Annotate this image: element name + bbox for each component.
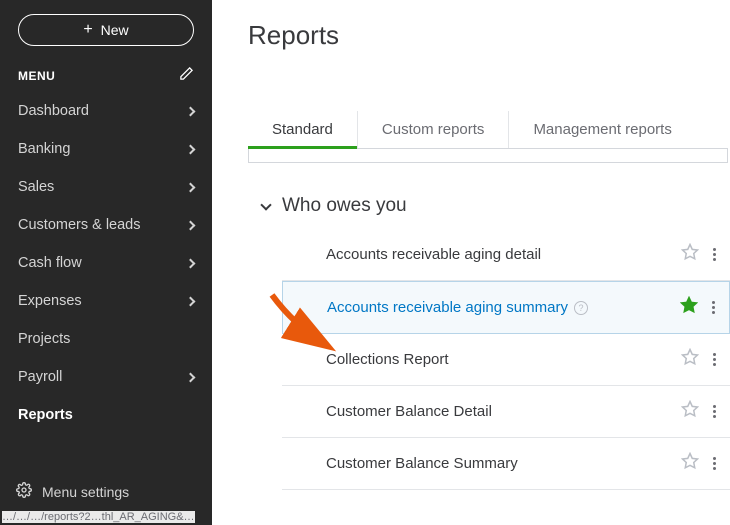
kebab-icon[interactable] bbox=[713, 405, 716, 418]
report-name-label: Customer Balance Summary bbox=[326, 455, 518, 472]
tab-management-reports[interactable]: Management reports bbox=[509, 111, 695, 148]
report-name-label: Accounts receivable aging summary bbox=[327, 299, 568, 316]
star-icon[interactable] bbox=[681, 348, 699, 371]
row-actions bbox=[681, 243, 716, 266]
sidebar-item-cash-flow[interactable]: Cash flow bbox=[0, 244, 212, 282]
kebab-icon[interactable] bbox=[713, 248, 716, 261]
report-name-label: Accounts receivable aging detail bbox=[326, 246, 541, 263]
sidebar-item-reports[interactable]: Reports bbox=[0, 396, 212, 434]
star-icon[interactable] bbox=[681, 452, 699, 475]
sidebar-item-label: Banking bbox=[18, 141, 70, 157]
chevron-right-icon bbox=[186, 372, 196, 382]
kebab-icon[interactable] bbox=[713, 457, 716, 470]
report-row[interactable]: Collections Report bbox=[282, 334, 730, 386]
sidebar-item-label: Sales bbox=[18, 179, 54, 195]
chevron-right-icon bbox=[186, 296, 196, 306]
sidebar-item-label: Projects bbox=[18, 331, 70, 347]
report-name-label: Customer Balance Detail bbox=[326, 403, 492, 420]
sidebar-item-label: Reports bbox=[18, 407, 73, 423]
sidebar-item-projects[interactable]: Projects bbox=[0, 320, 212, 358]
report-link[interactable]: Collections Report bbox=[326, 351, 449, 368]
gear-icon bbox=[16, 482, 32, 501]
report-row[interactable]: Accounts receivable aging detail bbox=[282, 229, 730, 281]
row-actions bbox=[681, 400, 716, 423]
help-icon[interactable]: ? bbox=[574, 301, 588, 315]
kebab-icon[interactable] bbox=[713, 353, 716, 366]
tabs: StandardCustom reportsManagement reports bbox=[248, 111, 728, 149]
pencil-icon[interactable] bbox=[179, 66, 194, 86]
sidebar-item-label: Cash flow bbox=[18, 255, 82, 271]
tab-custom-reports[interactable]: Custom reports bbox=[358, 111, 510, 148]
menu-settings-label: Menu settings bbox=[42, 484, 129, 500]
chevron-right-icon bbox=[186, 144, 196, 154]
menu-label: MENU bbox=[18, 69, 55, 83]
row-actions bbox=[681, 348, 716, 371]
chevron-right-icon bbox=[186, 106, 196, 116]
star-icon[interactable] bbox=[681, 400, 699, 423]
sidebar-item-label: Dashboard bbox=[18, 103, 89, 119]
report-link[interactable]: Accounts receivable aging detail bbox=[326, 246, 541, 263]
chevron-right-icon bbox=[186, 220, 196, 230]
chevron-right-icon bbox=[186, 258, 196, 268]
chevron-right-icon bbox=[186, 182, 196, 192]
star-icon[interactable] bbox=[680, 296, 698, 319]
chevron-down-icon bbox=[260, 199, 271, 210]
report-link[interactable]: Customer Balance Summary bbox=[326, 455, 518, 472]
report-list: Accounts receivable aging detail Accounts… bbox=[282, 229, 730, 490]
report-row[interactable]: Accounts receivable aging summary? bbox=[282, 281, 730, 334]
report-link[interactable]: Accounts receivable aging summary? bbox=[327, 299, 588, 316]
row-actions bbox=[681, 452, 716, 475]
sidebar-item-expenses[interactable]: Expenses bbox=[0, 282, 212, 320]
report-name-label: Collections Report bbox=[326, 351, 449, 368]
row-actions bbox=[680, 296, 715, 319]
sidebar-item-banking[interactable]: Banking bbox=[0, 130, 212, 168]
sidebar-item-sales[interactable]: Sales bbox=[0, 168, 212, 206]
sidebar-item-customers-leads[interactable]: Customers & leads bbox=[0, 206, 212, 244]
star-icon[interactable] bbox=[681, 243, 699, 266]
sidebar-item-label: Expenses bbox=[18, 293, 82, 309]
sidebar: + New MENU Dashboard Banking Sales Customer… bbox=[0, 0, 212, 525]
section-title: Who owes you bbox=[282, 195, 407, 217]
page-title: Reports bbox=[248, 20, 730, 51]
sidebar-item-label: Customers & leads bbox=[18, 217, 141, 233]
new-button[interactable]: + New bbox=[18, 14, 194, 46]
tab-standard[interactable]: Standard bbox=[248, 111, 358, 148]
report-row[interactable]: Customer Balance Summary bbox=[282, 438, 730, 490]
sidebar-item-payroll[interactable]: Payroll bbox=[0, 358, 212, 396]
nav: Dashboard Banking Sales Customers & leads Ca… bbox=[0, 92, 212, 525]
kebab-icon[interactable] bbox=[712, 301, 715, 314]
tabs-underline bbox=[248, 149, 728, 163]
sidebar-item-dashboard[interactable]: Dashboard bbox=[0, 92, 212, 130]
status-url: …/…/…/reports?2…thl_AR_AGING&… bbox=[2, 511, 195, 523]
plus-icon: + bbox=[83, 22, 92, 38]
report-link[interactable]: Customer Balance Detail bbox=[326, 403, 492, 420]
menu-settings[interactable]: Menu settings bbox=[0, 472, 212, 511]
sidebar-item-label: Payroll bbox=[18, 369, 62, 385]
menu-header: MENU bbox=[0, 58, 212, 92]
main: Reports StandardCustom reportsManagement… bbox=[212, 0, 730, 525]
report-row[interactable]: Customer Balance Detail bbox=[282, 386, 730, 438]
section-header[interactable]: Who owes you bbox=[248, 195, 730, 229]
new-button-label: New bbox=[101, 22, 129, 38]
